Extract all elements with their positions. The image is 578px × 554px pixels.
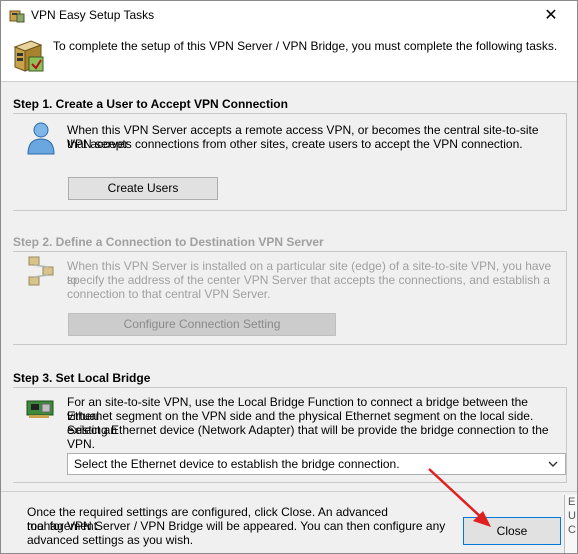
network-card-icon — [26, 400, 54, 418]
network-icon — [28, 256, 54, 286]
close-icon: ✕ — [544, 7, 558, 24]
create-users-button[interactable]: Create Users — [68, 177, 218, 200]
annotation-arrow-icon — [428, 468, 491, 527]
server-app-icon — [9, 10, 25, 23]
step1-title: Step 1. Create a User to Accept VPN Conn… — [13, 97, 288, 111]
step2-desc-line2: specify the address of the center VPN Se… — [67, 273, 550, 287]
configure-connection-button[interactable]: Configure Connection Setting — [68, 313, 336, 336]
title-bar: VPN Easy Setup Tasks ✕ — [1, 1, 577, 31]
vpn-easy-setup-window: VPN Easy Setup Tasks ✕ To complete the s… — [0, 0, 578, 554]
background-window-edge: E U C — [564, 495, 577, 553]
footer-line3: advanced settings as you wish. — [27, 533, 194, 547]
window-close-button[interactable]: ✕ — [531, 1, 571, 31]
footer-line2: tool for VPN Server / VPN Bridge will be… — [27, 519, 446, 533]
background-text-1: E — [568, 496, 576, 508]
step2-title: Step 2. Define a Connection to Destinati… — [13, 235, 324, 249]
background-text-3: C — [568, 524, 576, 536]
header-divider — [1, 81, 577, 82]
step2-desc-line3: connection to that central VPN Server. — [67, 287, 271, 301]
ethernet-device-select-value: Select the Ethernet device to establish … — [74, 457, 400, 471]
user-icon — [27, 122, 55, 155]
step1-desc-line2: that accepts connections from other site… — [67, 137, 523, 151]
header-instruction: To complete the setup of this VPN Server… — [53, 39, 558, 53]
background-text-2: U — [568, 510, 576, 522]
window-title: VPN Easy Setup Tasks — [31, 8, 155, 22]
step3-desc-line3: existing Ethernet device (Network Adapte… — [67, 423, 549, 451]
step3-title: Step 3. Set Local Bridge — [13, 371, 151, 385]
chevron-down-icon — [548, 461, 558, 467]
header-banner: To complete the setup of this VPN Server… — [1, 31, 577, 81]
vpn-server-icon — [13, 40, 44, 72]
